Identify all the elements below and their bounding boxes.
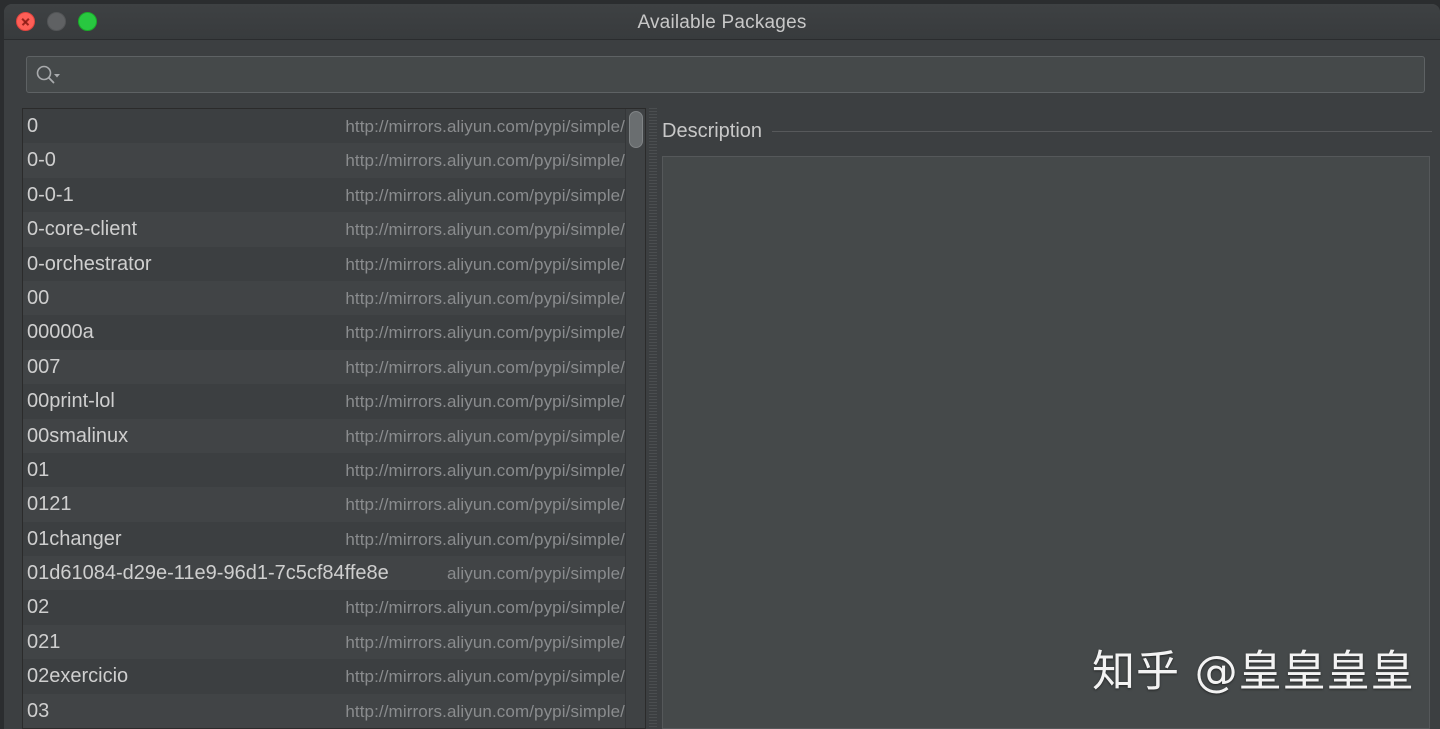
package-row[interactable]: http://mirrors.aliyun.com/pypi/simple/02…: [23, 659, 625, 694]
package-repository: http://mirrors.aliyun.com/pypi/simple/: [345, 151, 625, 171]
package-name: 01changer: [27, 527, 122, 550]
panel-splitter[interactable]: [649, 108, 657, 729]
package-name: 007: [27, 355, 61, 378]
search-input[interactable]: [67, 57, 1416, 94]
search-box[interactable]: [26, 56, 1425, 94]
package-list-panel: http://mirrors.aliyun.com/pypi/simple/0 h…: [22, 108, 646, 729]
package-name: 00smalinux: [27, 424, 129, 447]
package-row[interactable]: aliyun.com/pypi/simple/01d61084-d29e-11e…: [23, 556, 625, 591]
package-row[interactable]: http://mirrors.aliyun.com/pypi/simple/02: [23, 590, 625, 625]
package-repository: http://mirrors.aliyun.com/pypi/simple/: [345, 254, 625, 274]
package-row[interactable]: http://mirrors.aliyun.com/pypi/simple/0-…: [23, 143, 625, 178]
package-name: 0-0: [27, 149, 56, 172]
package-repository: http://mirrors.aliyun.com/pypi/simple/: [345, 460, 625, 480]
package-repository: http://mirrors.aliyun.com/pypi/simple/: [345, 495, 625, 515]
search-icon[interactable]: [35, 64, 61, 86]
package-repository: http://mirrors.aliyun.com/pypi/simple/: [345, 529, 625, 549]
package-repository: http://mirrors.aliyun.com/pypi/simple/: [345, 220, 625, 240]
package-row[interactable]: http://mirrors.aliyun.com/pypi/simple/00…: [23, 384, 625, 419]
package-row[interactable]: http://mirrors.aliyun.com/pypi/simple/0-…: [23, 212, 625, 247]
package-repository: http://mirrors.aliyun.com/pypi/simple/: [345, 288, 625, 308]
package-name: 02exercicio: [27, 665, 129, 688]
package-repository: http://mirrors.aliyun.com/pypi/simple/: [345, 323, 625, 343]
package-repository: http://mirrors.aliyun.com/pypi/simple/: [345, 185, 625, 205]
package-name: 01: [27, 458, 50, 481]
package-row[interactable]: http://mirrors.aliyun.com/pypi/simple/00…: [23, 349, 625, 385]
package-name: 00000a: [27, 321, 94, 344]
package-repository: http://mirrors.aliyun.com/pypi/simple/: [345, 701, 625, 721]
package-row[interactable]: http://mirrors.aliyun.com/pypi/simple/02…: [23, 624, 625, 660]
package-name: 00print-lol: [27, 390, 115, 413]
description-header: Description: [662, 120, 1432, 144]
package-repository: http://mirrors.aliyun.com/pypi/simple/: [345, 117, 625, 136]
package-name: 0-orchestrator: [27, 252, 152, 275]
package-row[interactable]: http://mirrors.aliyun.com/pypi/simple/03: [23, 693, 625, 728]
package-name: 0121: [27, 493, 72, 516]
package-name: 0-0-1: [27, 183, 74, 206]
package-name: 03: [27, 699, 50, 722]
description-divider: [662, 131, 1432, 132]
package-repository: http://mirrors.aliyun.com/pypi/simple/: [345, 632, 625, 652]
package-repository: http://mirrors.aliyun.com/pypi/simple/: [345, 667, 625, 687]
package-repository: http://mirrors.aliyun.com/pypi/simple/: [345, 357, 625, 377]
package-row[interactable]: http://mirrors.aliyun.com/pypi/simple/01…: [23, 487, 625, 522]
scrollbar-thumb[interactable]: [629, 111, 643, 148]
package-repository: http://mirrors.aliyun.com/pypi/simple/: [345, 426, 625, 446]
package-row[interactable]: http://mirrors.aliyun.com/pypi/simple/00…: [23, 418, 625, 453]
package-name: 01d61084-d29e-11e9-96d1-7c5cf84ffe8e: [27, 562, 391, 586]
available-packages-window: Available Packages http://mirrors.aliyun…: [4, 4, 1440, 729]
package-name: 021: [27, 630, 61, 653]
title-bar: Available Packages: [4, 4, 1440, 40]
list-scrollbar[interactable]: [625, 109, 645, 728]
package-row[interactable]: http://mirrors.aliyun.com/pypi/simple/0: [23, 109, 625, 144]
package-row[interactable]: http://mirrors.aliyun.com/pypi/simple/01: [23, 452, 625, 488]
description-label: Description: [662, 120, 773, 143]
package-repository: http://mirrors.aliyun.com/pypi/simple/: [345, 392, 625, 412]
package-name: 0: [27, 115, 39, 137]
package-row[interactable]: http://mirrors.aliyun.com/pypi/simple/00: [23, 280, 625, 316]
window-title: Available Packages: [637, 12, 807, 33]
watermark: 知乎 @皇皇皇皇: [1092, 647, 1415, 697]
package-row[interactable]: http://mirrors.aliyun.com/pypi/simple/0-…: [23, 177, 625, 213]
package-repository: aliyun.com/pypi/simple/: [446, 564, 625, 584]
package-name: 00: [27, 286, 50, 309]
package-name: 0-core-client: [27, 218, 138, 241]
package-repository: http://mirrors.aliyun.com/pypi/simple/: [345, 598, 625, 618]
package-name: 02: [27, 596, 50, 619]
package-list: http://mirrors.aliyun.com/pypi/simple/0 h…: [23, 109, 625, 728]
package-row[interactable]: http://mirrors.aliyun.com/pypi/simple/00…: [23, 315, 625, 350]
package-row[interactable]: http://mirrors.aliyun.com/pypi/simple/01…: [23, 521, 625, 557]
package-row[interactable]: http://mirrors.aliyun.com/pypi/simple/0-…: [23, 246, 625, 281]
